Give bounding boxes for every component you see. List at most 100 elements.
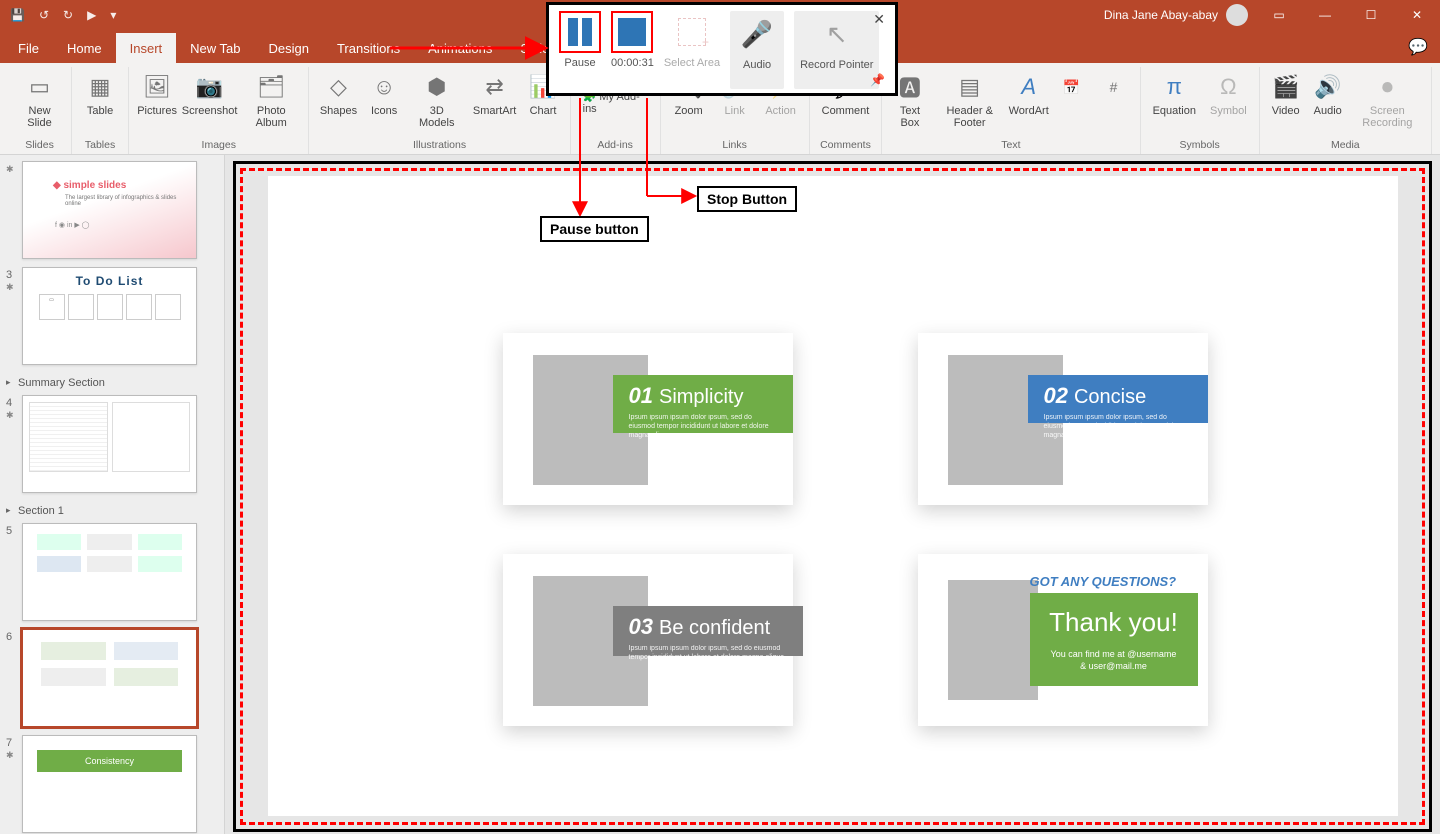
user-avatar-icon[interactable]	[1226, 4, 1248, 26]
undo-icon[interactable]: ↺	[39, 8, 49, 22]
cursor-icon: ↖	[826, 19, 848, 50]
group-text-label: Text	[1001, 137, 1020, 154]
recording-toolbar: Pause 00:00:31 Select Area 🎤 Audio ↖ Rec…	[546, 2, 898, 96]
tab-transitions[interactable]: Transitions	[323, 33, 414, 63]
slide-number-5: 5	[6, 525, 12, 537]
equation-icon: π	[1158, 71, 1190, 103]
current-slide[interactable]: 01Simplicity Ipsum ipsum ipsum dolor ips…	[268, 176, 1398, 816]
text-more-1[interactable]: 📅	[1052, 67, 1092, 137]
screenshot-button[interactable]: 📷Screenshot	[181, 67, 238, 137]
wordart-icon: A	[1013, 71, 1045, 103]
record-pointer-label: Record Pointer	[800, 59, 873, 71]
photo-album-icon: 🗂	[255, 71, 287, 103]
section-summary[interactable]: Summary Section	[0, 371, 224, 393]
icons-button[interactable]: ☺Icons	[364, 67, 405, 137]
stop-recording-button[interactable]: 00:00:31	[611, 11, 654, 89]
smartart-button[interactable]: ⇄SmartArt	[469, 67, 521, 137]
section-1[interactable]: Section 1	[0, 499, 224, 521]
slide-number-3: 3	[6, 269, 12, 281]
quick-access-toolbar: 💾 ↺ ↻ ▶ ▾	[0, 8, 116, 22]
content-area: ✱ ◆ simple slides The largest library of…	[0, 155, 1440, 834]
tab-file[interactable]: File	[4, 33, 53, 63]
minimize-button[interactable]: —	[1302, 0, 1348, 30]
slide-thumb-5[interactable]	[22, 523, 197, 621]
card2-title: Concise	[1074, 386, 1146, 408]
microphone-icon: 🎤	[741, 19, 773, 50]
group-tables-label: Tables	[85, 137, 115, 154]
user-area[interactable]: Dina Jane Abay-abay	[1104, 4, 1256, 26]
slide-thumbnails-panel[interactable]: ✱ ◆ simple slides The largest library of…	[0, 155, 225, 834]
slide-number-6: 6	[6, 631, 12, 643]
card2-sub: Ipsum ipsum ipsum dolor ipsum, sed do ei…	[1044, 413, 1192, 440]
3d-models-button[interactable]: ⬢3D Models	[407, 67, 467, 137]
smartart-icon: ⇄	[479, 71, 511, 103]
recording-close-button[interactable]: ✕	[873, 11, 885, 28]
select-area-button[interactable]: Select Area	[664, 11, 720, 89]
group-images-label: Images	[202, 137, 236, 154]
slide-thumb-7[interactable]: Consistency	[22, 735, 197, 833]
thanks-title: Thank you!	[1048, 607, 1180, 638]
date-icon: 📅	[1056, 71, 1088, 103]
slide-thumb-3[interactable]: To Do List ▭	[22, 267, 197, 365]
tab-animations[interactable]: Animations	[414, 33, 506, 63]
header-footer-button[interactable]: ▤Header & Footer	[934, 67, 1006, 137]
equation-button[interactable]: πEquation	[1147, 67, 1202, 137]
save-icon[interactable]: 💾	[10, 8, 25, 22]
user-name: Dina Jane Abay-abay	[1104, 8, 1218, 22]
group-slides-label: Slides	[25, 137, 54, 154]
recording-pin-button[interactable]: 📌	[870, 73, 885, 87]
photo-album-button[interactable]: 🗂Photo Album	[240, 67, 302, 137]
shapes-button[interactable]: ◇Shapes	[315, 67, 361, 137]
pause-recording-button[interactable]: Pause	[559, 11, 601, 89]
slide-thumb-2[interactable]: ◆ simple slides The largest library of i…	[22, 161, 197, 259]
new-slide-button[interactable]: ▭New Slide	[14, 67, 65, 137]
select-area-icon	[678, 18, 706, 46]
group-symbols-label: Symbols	[1179, 137, 1219, 154]
tab-insert[interactable]: Insert	[116, 33, 177, 63]
thanks-sub: You can find me at @username & user@mail…	[1048, 648, 1180, 672]
group-illustrations-label: Illustrations	[413, 137, 466, 154]
slide-thumb-6[interactable]	[22, 629, 197, 727]
card3-number: 03	[629, 614, 653, 639]
pictures-button[interactable]: 🖼Pictures	[135, 67, 179, 137]
record-pointer-button[interactable]: ↖ Record Pointer	[794, 11, 879, 89]
group-comments-label: Comments	[820, 137, 871, 154]
symbol-button[interactable]: ΩSymbol	[1204, 67, 1253, 137]
text-more-2[interactable]: #	[1094, 67, 1134, 137]
annotation-pause: Pause button	[540, 216, 649, 242]
tab-design[interactable]: Design	[255, 33, 323, 63]
card1-sub: Ipsum ipsum ipsum dolor ipsum, sed do ei…	[629, 413, 777, 440]
redo-icon[interactable]: ↻	[63, 8, 73, 22]
audio-icon: 🔊	[1312, 71, 1344, 103]
qat-more-icon[interactable]: ▾	[110, 8, 116, 22]
close-button[interactable]: ✕	[1394, 0, 1440, 30]
new-slide-icon: ▭	[24, 71, 56, 103]
screen-recording-button[interactable]: ⏺Screen Recording	[1350, 67, 1425, 137]
slide-number-4: 4	[6, 397, 12, 409]
card2-number: 02	[1044, 383, 1068, 408]
ribbon-mode-button[interactable]: ▭	[1256, 0, 1302, 30]
symbol-icon: Ω	[1212, 71, 1244, 103]
icons-icon: ☺	[368, 71, 400, 103]
annotation-stop: Stop Button	[697, 186, 797, 212]
tab-home[interactable]: Home	[53, 33, 116, 63]
shapes-icon: ◇	[322, 71, 354, 103]
group-media-label: Media	[1331, 137, 1360, 154]
maximize-button[interactable]: ☐	[1348, 0, 1394, 30]
video-icon: 🎬	[1270, 71, 1302, 103]
audio-button[interactable]: 🔊Audio	[1308, 67, 1348, 137]
slideshow-icon[interactable]: ▶	[87, 8, 96, 22]
wordart-button[interactable]: AWordArt	[1008, 67, 1050, 137]
slide-stage[interactable]: 01Simplicity Ipsum ipsum ipsum dolor ips…	[225, 155, 1440, 834]
screenshot-icon: 📷	[194, 71, 226, 103]
group-addins-label: Add-ins	[597, 137, 633, 154]
table-icon: ▦	[84, 71, 116, 103]
comments-pane-icon[interactable]: 💬	[1396, 31, 1440, 63]
video-button[interactable]: 🎬Video	[1266, 67, 1306, 137]
thanks-question: GOT ANY QUESTIONS?	[1030, 574, 1198, 589]
slide-star: ✱	[6, 164, 14, 174]
table-button[interactable]: ▦Table	[78, 67, 122, 137]
tab-newtab[interactable]: New Tab	[176, 33, 254, 63]
slide-thumb-4[interactable]	[22, 395, 197, 493]
record-audio-button[interactable]: 🎤 Audio	[730, 11, 784, 89]
